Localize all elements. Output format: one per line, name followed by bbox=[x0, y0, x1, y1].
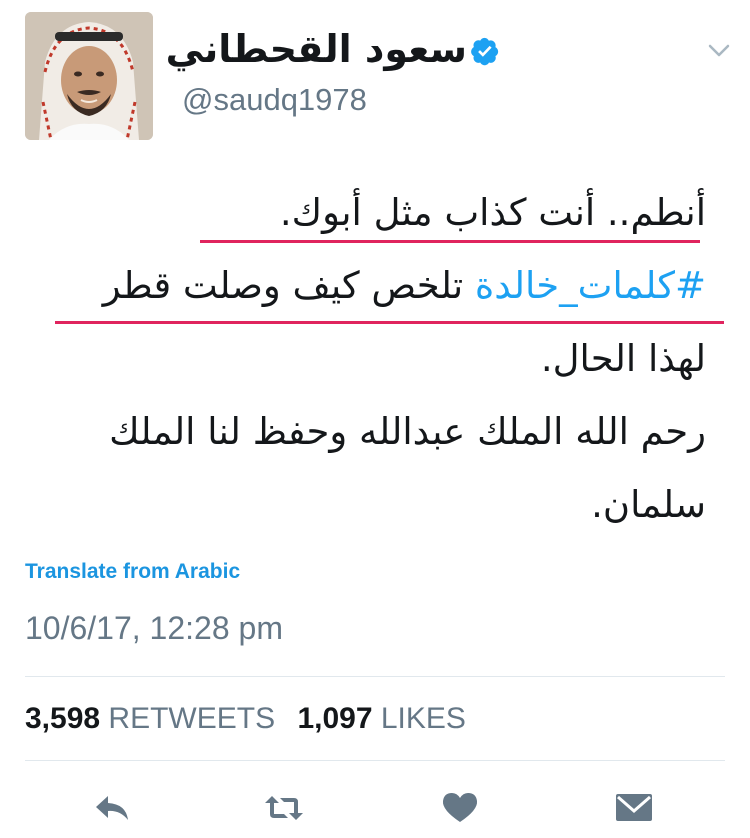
divider bbox=[25, 676, 725, 677]
user-handle[interactable]: @saudq1978 bbox=[182, 82, 367, 118]
tweet-line: سلمان. bbox=[591, 483, 706, 526]
annotation-underline bbox=[200, 240, 700, 243]
retweet-icon[interactable] bbox=[262, 790, 306, 826]
tweet-line: رحم الله الملك عبدالله وحفظ لنا الملك bbox=[109, 410, 706, 453]
retweets-count[interactable]: 3,598 bbox=[25, 702, 100, 735]
chevron-down-icon[interactable] bbox=[708, 44, 730, 58]
hashtag-link[interactable]: #كلمات_خالدة bbox=[475, 264, 706, 307]
engagement-stats: 3,598 RETWEETS 1,097 LIKES bbox=[25, 702, 480, 736]
avatar[interactable] bbox=[25, 12, 153, 140]
display-name[interactable]: سعود القحطاني bbox=[166, 30, 467, 68]
message-icon[interactable] bbox=[612, 790, 656, 826]
tweet-line: أنطم.. أنت كذاب مثل أبوك. bbox=[279, 191, 706, 234]
likes-count[interactable]: 1,097 bbox=[297, 702, 372, 735]
verified-badge-icon bbox=[471, 37, 499, 66]
reply-icon[interactable] bbox=[90, 790, 134, 826]
profile-photo bbox=[25, 12, 153, 140]
tweet-line: #كلمات_خالدة تلخص كيف وصلت قطر bbox=[24, 249, 706, 322]
retweets-label[interactable]: RETWEETS bbox=[108, 702, 275, 735]
like-icon[interactable] bbox=[438, 790, 482, 826]
divider bbox=[25, 760, 725, 761]
translate-link[interactable]: Translate from Arabic bbox=[25, 560, 240, 584]
tweet-line: لهذا الحال. bbox=[540, 337, 706, 380]
tweet-text: أنطم.. أنت كذاب مثل أبوك. #كلمات_خالدة ت… bbox=[24, 176, 706, 541]
annotation-underline bbox=[55, 321, 724, 324]
timestamp[interactable]: 10/6/17, 12:28 pm bbox=[25, 610, 283, 647]
tweet-line-text: تلخص كيف وصلت قطر bbox=[102, 264, 475, 307]
likes-label[interactable]: LIKES bbox=[381, 702, 466, 735]
